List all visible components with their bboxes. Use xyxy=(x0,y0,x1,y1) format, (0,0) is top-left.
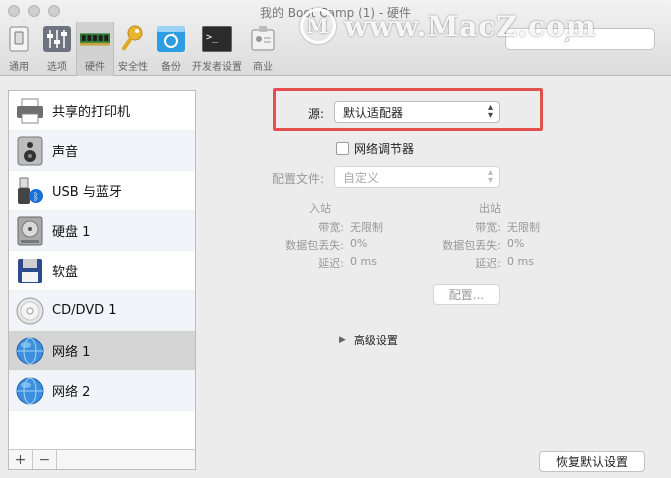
sidebar-item-network-1[interactable]: 网络 1 xyxy=(9,331,195,371)
backup-icon xyxy=(156,25,186,53)
tab-business[interactable]: 商业 xyxy=(244,22,282,76)
watermark: M www.MacZ.com xyxy=(300,8,596,44)
tab-general[interactable]: 通用 xyxy=(0,22,38,76)
sidebar-item-floppy[interactable]: 软盘 xyxy=(9,251,195,291)
hard-disk-icon xyxy=(14,215,46,247)
device-list: 共享的打印机 声音 ᛒ USB 与蓝牙 硬盘 1 软盘 CD/DVD 1 网络 … xyxy=(9,91,195,449)
network-settings-panel: 源: 默认适配器 ▴ ▾ 网络调节器 配置文件: 自定义 ▴ ▾ 入站 出站 带宽:… xyxy=(196,76,671,478)
outbound-bandwidth-value: 无限制 xyxy=(507,221,540,234)
sidebar-item-usb-bluetooth[interactable]: ᛒ USB 与蓝牙 xyxy=(9,171,195,211)
source-select[interactable]: 默认适配器 ▴ ▾ xyxy=(334,101,500,123)
device-sidebar: 共享的打印机 声音 ᛒ USB 与蓝牙 硬盘 1 软盘 CD/DVD 1 网络 … xyxy=(8,90,196,470)
globe-icon xyxy=(14,335,46,367)
inbound-bandwidth-value: 无限制 xyxy=(350,221,383,234)
terminal-icon: >_ xyxy=(202,25,232,53)
outbound-header: 出站 xyxy=(479,202,501,215)
inbound-header: 入站 xyxy=(309,202,331,215)
add-device-button[interactable]: + xyxy=(9,450,33,469)
sliders-icon xyxy=(42,25,72,53)
outbound-delay-value: 0 ms xyxy=(507,255,534,268)
inbound-packet-loss-label: 数据包丢失: xyxy=(285,239,344,252)
updown-chevron-icon: ▴ ▾ xyxy=(487,102,493,121)
svg-text:>_: >_ xyxy=(206,32,219,43)
printer-icon xyxy=(14,95,46,127)
disclosure-triangle-icon: ▶ xyxy=(339,335,346,345)
sidebar-item-printer[interactable]: 共享的打印机 xyxy=(9,91,195,131)
sidebar-item-network-2[interactable]: 网络 2 xyxy=(9,371,195,411)
cd-icon xyxy=(14,295,46,327)
key-icon xyxy=(118,25,148,53)
sidebar-item-cd-dvd[interactable]: CD/DVD 1 xyxy=(9,291,195,331)
sidebar-item-hard-disk[interactable]: 硬盘 1 xyxy=(9,211,195,251)
globe-icon xyxy=(14,375,46,407)
inbound-delay-value: 0 ms xyxy=(350,255,377,268)
tab-developer[interactable]: >_ 开发者设置 xyxy=(190,22,244,76)
inbound-packet-loss-value: 0% xyxy=(350,237,368,250)
profile-select[interactable]: 自定义 ▴ ▾ xyxy=(334,166,500,188)
inbound-bandwidth-label: 带宽: xyxy=(318,221,344,234)
profile-label: 配置文件: xyxy=(271,172,324,186)
tab-hardware[interactable]: 硬件 xyxy=(76,22,114,76)
outbound-bandwidth-label: 带宽: xyxy=(475,221,501,234)
title-bar: 我的 Boot Camp (1) - 硬件 通用 选项 硬件 安全性 备份 >_… xyxy=(0,0,671,76)
sidebar-footer: + − xyxy=(9,449,195,469)
restore-defaults-button[interactable]: 恢复默认设置 xyxy=(539,451,645,472)
speaker-icon xyxy=(14,135,46,167)
toolbar: 通用 选项 硬件 安全性 备份 >_ 开发者设置 商业 xyxy=(0,22,282,76)
tab-security[interactable]: 安全性 xyxy=(114,22,152,76)
outbound-packet-loss-value: 0% xyxy=(507,237,525,250)
source-label: 源: xyxy=(307,107,324,121)
network-conditioner-label: 网络调节器 xyxy=(354,142,415,156)
badge-icon xyxy=(248,25,278,53)
floppy-icon xyxy=(14,255,46,287)
usb-bluetooth-icon: ᛒ xyxy=(14,175,46,207)
svg-text:ᛒ: ᛒ xyxy=(33,192,39,203)
tab-backup[interactable]: 备份 xyxy=(152,22,190,76)
inbound-delay-label: 延迟: xyxy=(318,257,344,270)
switch-icon xyxy=(4,25,34,53)
outbound-packet-loss-label: 数据包丢失: xyxy=(442,239,501,252)
configure-button[interactable]: 配置... xyxy=(433,284,500,305)
macz-logo-icon: M xyxy=(300,8,336,44)
updown-chevron-icon: ▴ ▾ xyxy=(487,167,493,186)
outbound-delay-label: 延迟: xyxy=(475,257,501,270)
network-conditioner-checkbox[interactable] xyxy=(336,142,349,155)
remove-device-button[interactable]: − xyxy=(33,450,57,469)
ram-chip-icon xyxy=(80,25,110,53)
sidebar-item-sound[interactable]: 声音 xyxy=(9,131,195,171)
advanced-settings-toggle[interactable]: ▶ 高级设置 xyxy=(339,332,398,348)
network-conditioner-row[interactable]: 网络调节器 xyxy=(336,140,414,157)
tab-options[interactable]: 选项 xyxy=(38,22,76,76)
